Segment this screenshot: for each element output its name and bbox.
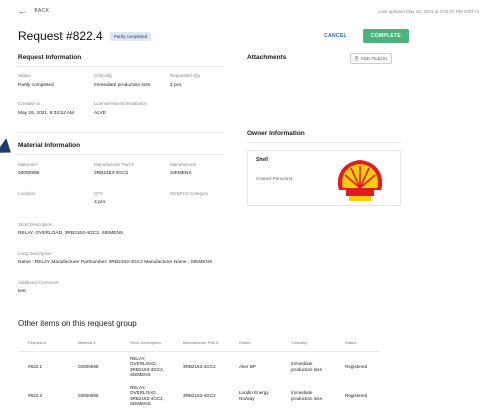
manufacturer-label: Manufacturer xyxy=(170,162,197,167)
owner-cell: Lundin Energy Norway xyxy=(239,390,269,401)
column-header: Short Description xyxy=(120,336,173,352)
arrow-left-icon: ← xyxy=(18,5,28,16)
divider xyxy=(247,142,401,143)
manufacturer-part-value: 3RB2163-4GC2 xyxy=(94,171,129,176)
manufacturer-part-cell: 3RB2163-4GC2 xyxy=(183,393,216,399)
created-on-label: Created on xyxy=(18,101,41,106)
material-number-cell: 03000596 xyxy=(78,393,99,399)
column-header: Manufacturer Part # xyxy=(173,336,229,352)
manufacturer-value: SIEMENS xyxy=(170,171,192,176)
material-number-cell: 03000596 xyxy=(78,363,99,369)
short-description-label: Short Description xyxy=(18,222,53,227)
created-on-value: May 26, 2021, 9:34:52 AM xyxy=(18,111,75,116)
short-description-cell: RELAY, OVERLOAD, 3RB2163-4GC2, SIEMENS xyxy=(130,385,164,406)
back-button[interactable]: ← BACK xyxy=(18,5,50,16)
shell-logo-icon xyxy=(337,160,383,201)
short-description-value: RELAY, OVERLOAD, 3RB2163-4GC2, SIEMENS xyxy=(18,231,124,236)
table-header-row: Request # Material # Short Description M… xyxy=(18,336,380,352)
owner-name: Shell xyxy=(256,157,268,163)
status-badge: Partly completed xyxy=(109,31,152,41)
table-row[interactable]: #822.1 03000596 RELAY, OVERLOAD, 3RB2163… xyxy=(18,352,380,382)
license-value: ALVE xyxy=(94,111,106,116)
location-label: Location xyxy=(18,191,36,196)
contact-persons-label: Contact Person(s): xyxy=(256,176,294,181)
long-description-label: Long Description xyxy=(18,251,52,256)
qty-label: QTY xyxy=(94,191,104,196)
material-number-label: Material # xyxy=(18,162,38,167)
manufacturer-part-label: Manufacturer Part # xyxy=(94,162,134,167)
add-files-button[interactable]: ⎘ ADD FILE(S) xyxy=(350,53,392,64)
criticality-cell: Immediate production loss xyxy=(291,361,322,372)
qty-value: 3 pcs xyxy=(94,200,106,205)
column-header: Owner xyxy=(229,336,281,352)
top-bar: ← BACK Last updated May 26, 2021 at 4:32… xyxy=(18,5,479,17)
table-row[interactable]: #822.3 03000596 RELAY, OVERLOAD, 3RB2163… xyxy=(18,381,380,409)
back-label: BACK xyxy=(34,8,50,14)
column-header: Request # xyxy=(18,336,68,352)
attachment-icon: ⎘ xyxy=(355,56,359,61)
material-information-heading: Material Information xyxy=(18,142,81,149)
other-items-heading: Other items on this request group xyxy=(18,319,137,328)
divider xyxy=(18,66,224,67)
unspsc-category-label: UNSPCS Category xyxy=(170,191,209,196)
owner-card: Shell Contact Person(s): xyxy=(247,150,401,206)
status-cell: Registered xyxy=(345,363,368,369)
other-items-table: Request # Material # Short Description M… xyxy=(18,336,380,409)
long-description-value: Name : RELAY Manufacturer Partnumber: 3R… xyxy=(18,260,213,265)
page-edge-marker xyxy=(0,138,17,160)
criticality-cell: Immediate production loss xyxy=(291,390,322,401)
status-cell: Registered xyxy=(345,393,368,399)
additional-comment-label: Additional Comment xyxy=(18,280,59,285)
requested-qty-label: Requested Qty xyxy=(170,73,201,78)
last-updated-text: Last updated May 26, 2021 at 4:32:07 PM … xyxy=(378,8,479,14)
requested-qty-value: 3 pcs xyxy=(170,83,182,88)
status-label: Status xyxy=(18,73,31,78)
page-title: Request #822.4 xyxy=(18,29,103,43)
complete-button[interactable]: COMPLETE xyxy=(362,29,409,43)
material-number-value: 03000596 xyxy=(18,171,40,176)
criticality-value: Immediate production loss xyxy=(94,83,150,88)
request-number-cell: #822.1 xyxy=(28,363,43,369)
status-value: Partly completed xyxy=(18,83,54,88)
page-header: Request #822.4 Partly completed CANCEL C… xyxy=(18,28,409,44)
divider xyxy=(18,132,224,133)
license-label: License/Assets/Installation xyxy=(94,101,148,106)
additional-comment-value: test xyxy=(18,289,26,294)
column-header: Criticality xyxy=(281,336,335,352)
add-files-label: ADD FILE(S) xyxy=(360,56,387,61)
owner-cell: Aker BP xyxy=(239,363,256,369)
column-header: Material # xyxy=(68,336,120,352)
request-information-heading: Request Information xyxy=(18,54,82,61)
attachments-heading: Attachments xyxy=(247,54,287,61)
divider xyxy=(18,154,224,155)
criticality-label: Criticality xyxy=(94,73,113,78)
column-header: Status xyxy=(335,336,380,352)
request-number-cell: #822.3 xyxy=(28,393,43,399)
short-description-cell: RELAY, OVERLOAD, 3RB2163-4GC2, SIEMENS xyxy=(130,356,164,377)
manufacturer-part-cell: 3RB2163-4GC2 xyxy=(183,363,216,369)
cancel-button[interactable]: CANCEL xyxy=(324,33,347,39)
owner-information-heading: Owner Information xyxy=(247,130,305,137)
